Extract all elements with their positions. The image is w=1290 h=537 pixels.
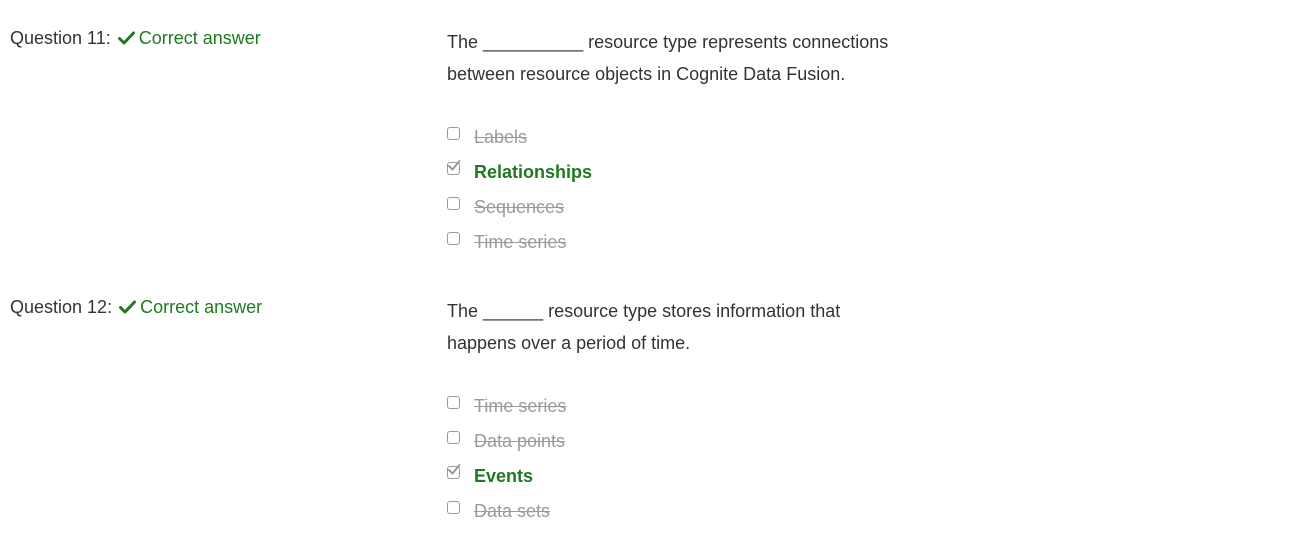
checkbox-icon[interactable] [447, 231, 460, 245]
question-header: Question 12: Correct answer [10, 295, 262, 319]
answer-option[interactable]: Time series [447, 386, 566, 421]
answer-option-label: Time series [474, 231, 567, 252]
answer-option-label: Labels [474, 126, 528, 147]
question-body: The __________ resource type represents … [447, 26, 967, 252]
checkbox-icon[interactable] [447, 395, 460, 409]
answer-option[interactable]: Labels [447, 117, 592, 152]
answer-option[interactable]: Events [447, 456, 566, 491]
question-text-line-2: happens over a period of time. [447, 333, 691, 353]
checked-checkbox-icon[interactable] [447, 463, 461, 479]
answer-options: Labels Relationships Sequences Time seri… [447, 117, 592, 257]
check-icon [119, 300, 137, 314]
answer-option[interactable]: Time series [447, 222, 592, 257]
question-header: Question 11: Correct answer [10, 26, 261, 50]
question-text-line-1: The ______ resource type stores informat… [447, 301, 841, 321]
checked-checkbox-icon[interactable] [447, 159, 461, 175]
question-number: Question 11: [10, 28, 111, 48]
result-label: Correct answer [138, 28, 261, 48]
checkbox-icon[interactable] [447, 430, 460, 444]
answer-option[interactable]: Data sets [447, 491, 566, 526]
question-number: Question 12: [10, 297, 113, 317]
checkbox-icon[interactable] [447, 126, 460, 140]
checkbox-icon[interactable] [447, 196, 460, 210]
question-text-line-2: between resource objects in Cognite Data… [447, 64, 846, 84]
check-icon [117, 31, 135, 45]
answer-option-label: Data points [474, 430, 566, 451]
answer-option[interactable]: Sequences [447, 187, 592, 222]
question-text-line-1: The __________ resource type represents … [447, 32, 889, 52]
answer-option-label: Data sets [474, 500, 551, 521]
answer-option-label: Events [474, 465, 534, 486]
answer-option-label: Relationships [474, 161, 593, 182]
answer-option[interactable]: Data points [447, 421, 566, 456]
result-label: Correct answer [140, 297, 263, 317]
checkbox-icon[interactable] [447, 500, 460, 514]
answer-options: Time series Data points Events Data sets [447, 386, 566, 526]
answer-option[interactable]: Relationships [447, 152, 592, 187]
question-body: The ______ resource type stores informat… [447, 295, 967, 521]
answer-option-label: Time series [474, 395, 567, 416]
answer-option-label: Sequences [474, 196, 565, 217]
